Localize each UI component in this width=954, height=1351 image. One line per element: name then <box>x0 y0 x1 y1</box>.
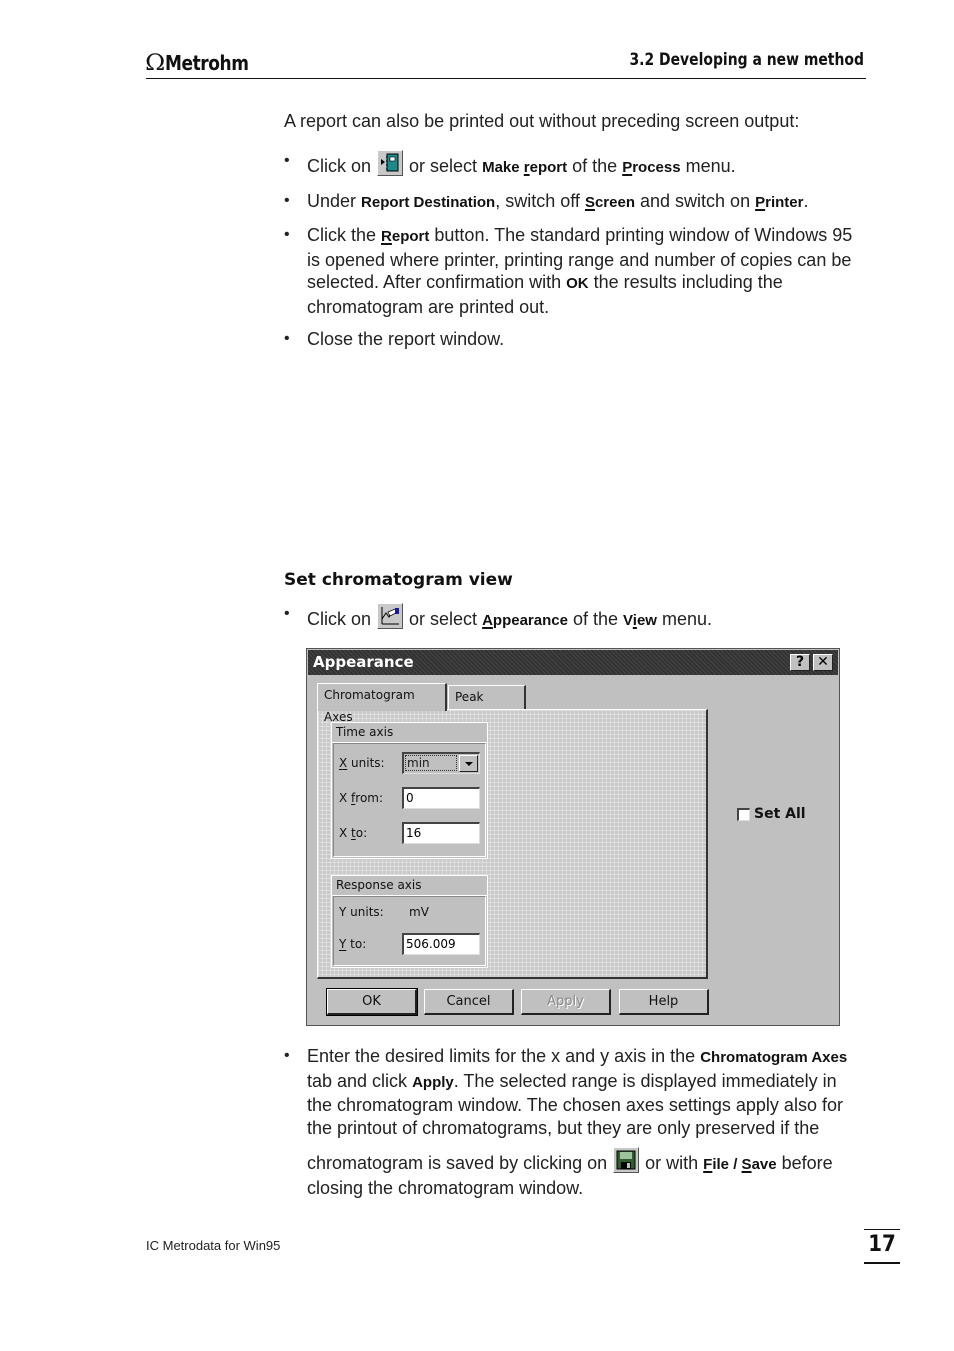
page-number-rule-bottom <box>864 1262 900 1264</box>
response-axis-inner: Y units: mV Y to: 506.009 <box>333 896 486 966</box>
x-units-label: X units: <box>339 756 385 770</box>
help-title-button[interactable]: ? <box>790 654 810 671</box>
set-all-label: Set All <box>754 806 806 822</box>
y-units-label: Y units: <box>339 905 384 919</box>
text: Click on <box>307 609 372 629</box>
appearance-icon[interactable] <box>377 603 404 629</box>
set-all-checkbox[interactable]: Set All <box>737 806 806 822</box>
button-ref-apply: Apply <box>412 1073 454 1091</box>
time-axis-group: Time axis X units: min X from: 0 X to: 1… <box>331 722 488 859</box>
text: menu. <box>661 609 713 629</box>
tab-panel: Time axis X units: min X from: 0 X to: 1… <box>317 709 708 979</box>
text: Click the <box>307 225 377 245</box>
omega-logo-icon: Ω <box>145 50 165 76</box>
menu-view: View <box>623 612 657 629</box>
menu-item-save: Save <box>741 1156 777 1173</box>
list-item: Click the Report button. The standard pr… <box>284 224 864 318</box>
print-steps-list: Click on or select Make report of the Pr… <box>284 150 864 351</box>
appearance-step-list: Click on or select Appearance of the Vie… <box>284 603 864 633</box>
text: . <box>803 190 809 211</box>
x-to-label: X to: <box>339 826 368 840</box>
tab-chromatogram-axes[interactable]: Chromatogram Axes <box>317 683 447 724</box>
dialog-title: Appearance <box>313 653 414 671</box>
text: tab and click <box>307 1070 408 1091</box>
separator: / <box>729 1156 742 1173</box>
button-report-ref: Report <box>381 228 430 245</box>
time-axis-inner: X units: min X from: 0 X to: 16 <box>333 743 486 857</box>
text: of the <box>572 609 619 629</box>
text: and switch on <box>640 190 751 211</box>
footer-product-name: IC Metrodata for Win95 <box>146 1238 281 1253</box>
ok-button[interactable]: OK <box>326 988 418 1016</box>
text: or select <box>409 609 478 629</box>
text: Under <box>307 190 357 211</box>
option-report-destination: Report Destination <box>361 193 496 211</box>
list-item: Click on or select Appearance of the Vie… <box>284 603 864 633</box>
save-icon[interactable] <box>613 1147 640 1173</box>
dialog-title-bar[interactable]: Appearance <box>308 650 838 675</box>
list-item: Click on or select Make report of the Pr… <box>284 150 864 180</box>
metrohm-logo: Ω Metrohm <box>145 50 263 76</box>
y-units-value: mV <box>409 905 429 919</box>
response-axis-group: Response axis Y units: mV Y to: 506.009 <box>331 875 488 968</box>
x-from-label: X from: <box>339 791 384 805</box>
x-to-input[interactable]: 16 <box>402 822 480 844</box>
page-number-rule-top <box>864 1229 900 1230</box>
time-axis-label: Time axis <box>332 723 487 743</box>
logo-text: Metrohm <box>164 51 249 75</box>
option-printer: Printer <box>755 193 804 211</box>
text: menu. <box>685 156 736 176</box>
list-item: Under Report Destination, switch off Scr… <box>284 190 864 215</box>
tab-peak-label[interactable]: Peak Label <box>448 685 526 726</box>
text: , switch off <box>495 190 580 211</box>
text: or select <box>409 156 478 176</box>
option-screen: Screen <box>584 193 635 211</box>
section-title: 3.2 Developing a new method <box>629 50 864 70</box>
text: Click on <box>307 156 372 176</box>
chevron-down-icon[interactable] <box>459 755 478 772</box>
apply-step-list: Enter the desired limits for the x and y… <box>284 1045 859 1199</box>
menu-item-appearance: Appearance <box>482 612 568 629</box>
appearance-dialog: Appearance ? ✕ Chromatogram Axes Peak La… <box>306 648 840 1026</box>
text: of the <box>572 156 618 176</box>
apply-button[interactable]: Apply <box>521 989 611 1015</box>
text: or with <box>645 1153 699 1173</box>
section-heading: Set chromatogram view <box>284 570 513 590</box>
x-units-value: min <box>405 755 457 771</box>
header-divider <box>146 78 866 79</box>
y-to-input[interactable]: 506.009 <box>402 933 480 955</box>
help-button[interactable]: Help <box>619 989 709 1015</box>
response-axis-label: Response axis <box>332 876 487 896</box>
tab-ref-chromatogram-axes: Chromatogram Axes <box>700 1049 848 1066</box>
make-report-icon[interactable] <box>377 150 404 176</box>
list-item: Enter the desired limits for the x and y… <box>284 1045 859 1199</box>
cancel-button[interactable]: Cancel <box>424 989 514 1015</box>
close-button[interactable]: ✕ <box>813 654 833 671</box>
page-number: 17 <box>868 1232 896 1257</box>
list-item: Close the report window. <box>284 328 864 351</box>
text: Enter the desired limits for the x and y… <box>307 1046 696 1066</box>
y-to-label: Y to: <box>339 937 367 951</box>
button-ok-ref: OK <box>566 275 589 292</box>
x-units-select[interactable]: min <box>402 752 480 774</box>
menu-process: Process <box>622 159 681 176</box>
menu-item-make-report: Make report <box>482 159 568 176</box>
checkbox-box[interactable] <box>737 807 750 821</box>
menu-file: File <box>703 1156 730 1173</box>
intro-paragraph: A report can also be printed out without… <box>284 111 800 131</box>
x-from-input[interactable]: 0 <box>402 787 480 809</box>
